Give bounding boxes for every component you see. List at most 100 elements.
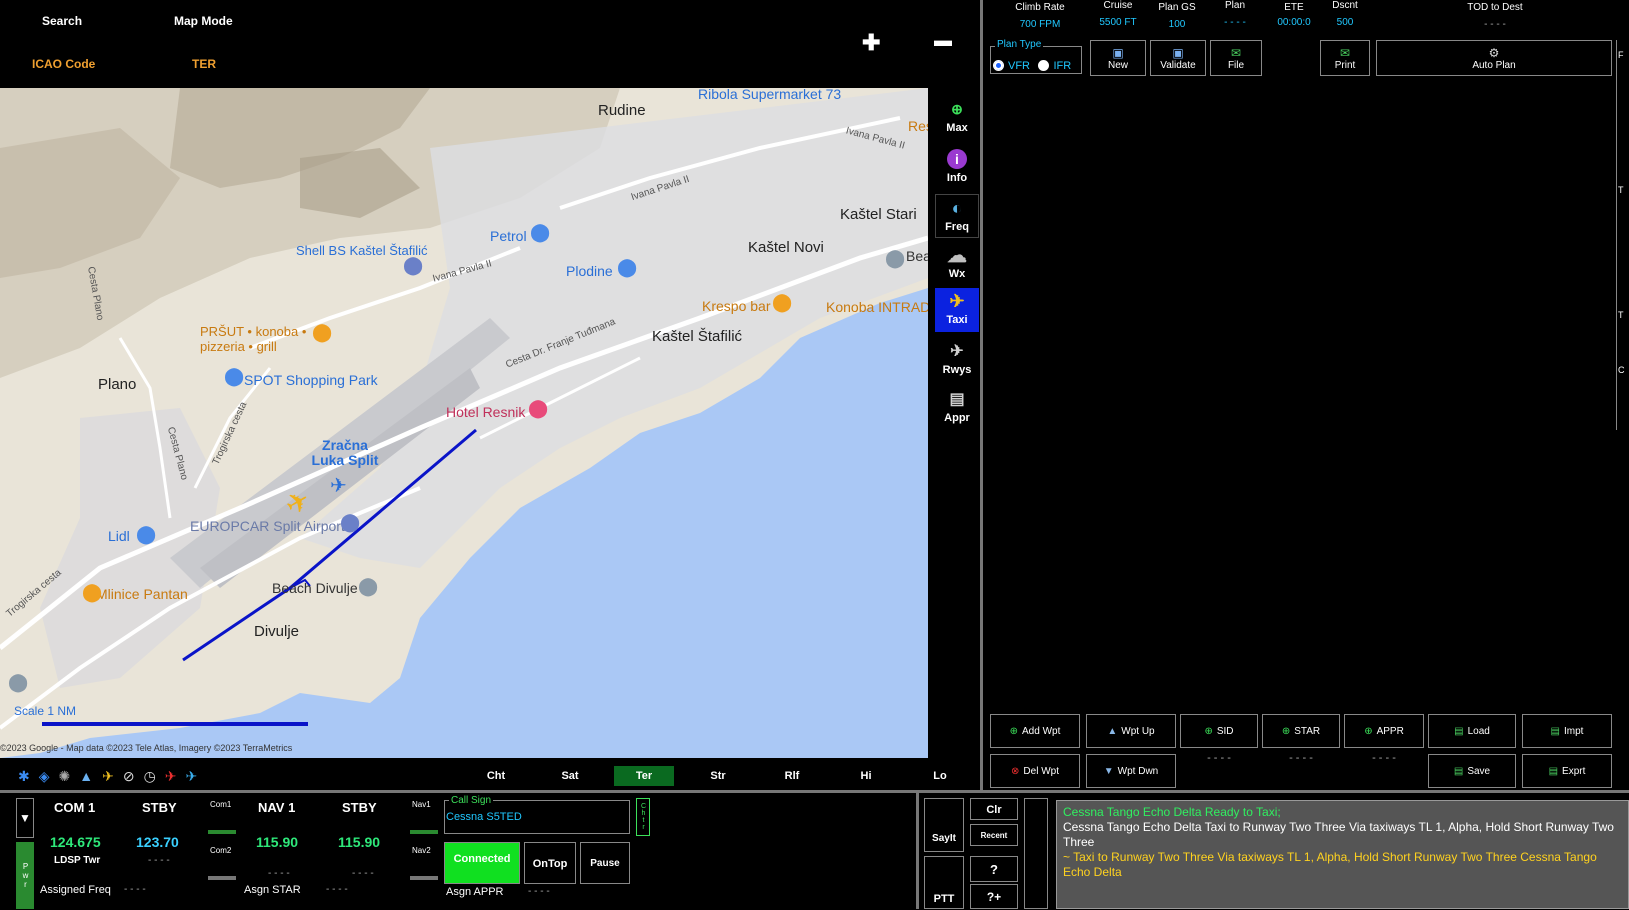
atc-log[interactable]: Cessna Tango Echo Delta Ready to Taxi; C… — [1056, 800, 1629, 909]
map-label: PRŠUT • konoba • pizzeria • grill — [200, 324, 307, 354]
auto-plan-button[interactable]: ⚙ Auto Plan — [1376, 40, 1612, 76]
runways-button[interactable]: ✈ Rwys — [935, 338, 979, 382]
edge-letter[interactable]: C — [1618, 365, 1625, 375]
chatter-button[interactable]: Chtr — [636, 798, 650, 836]
add-wpt-button[interactable]: ⊕ Add Wpt — [990, 714, 1080, 748]
import-button[interactable]: ▤ Impt — [1522, 714, 1612, 748]
nav2-select-bar[interactable] — [410, 876, 438, 880]
com1-select-bar[interactable] — [208, 830, 236, 834]
nav1-station: - - - - — [268, 868, 290, 879]
help-plus-button[interactable]: ?+ — [970, 884, 1018, 909]
com2-select-bar[interactable] — [208, 876, 236, 880]
max-button[interactable]: ⊕ Max — [935, 96, 979, 140]
edge-letter[interactable]: T — [1618, 185, 1624, 195]
tab-str[interactable]: Str — [688, 766, 748, 786]
collapse-button[interactable]: ▼ — [16, 798, 34, 838]
nav1-active-freq[interactable]: 115.90 — [256, 834, 298, 850]
gear-icon[interactable]: ✺ — [59, 768, 71, 785]
edge-letter[interactable]: T — [1618, 310, 1624, 320]
edge-letter[interactable]: F — [1618, 50, 1624, 60]
sid-button[interactable]: ⊕ SID — [1180, 714, 1258, 748]
map-view[interactable]: Rudine Ribola Supermarket 73 Ivana Pavla… — [0, 88, 928, 758]
wpt-up-button[interactable]: ▲ Wpt Up — [1086, 714, 1176, 748]
traffic-icon[interactable]: ✈ — [165, 768, 177, 785]
info-icon: i — [935, 146, 979, 172]
recent-button[interactable]: Recent — [970, 824, 1018, 846]
ndb-icon[interactable]: ◈ — [39, 768, 50, 785]
ai-traffic-icon[interactable]: ✈ — [186, 768, 198, 785]
weather-button[interactable]: ☁ Wx — [935, 242, 979, 286]
clock-icon[interactable]: ◷ — [144, 768, 156, 785]
tab-cht[interactable]: Cht — [466, 766, 526, 786]
no-fly-icon[interactable]: ⊘ — [123, 768, 135, 785]
approach-button[interactable]: ▤ Appr — [935, 386, 979, 430]
tab-ter[interactable]: Ter — [614, 766, 674, 786]
info-button[interactable]: i Info — [935, 146, 979, 190]
tab-sat[interactable]: Sat — [540, 766, 600, 786]
weather-button-label: Wx — [948, 268, 966, 280]
vfr-radio[interactable] — [993, 60, 1004, 72]
atc-scrollbar[interactable] — [1024, 798, 1048, 909]
map-label: Rudine — [598, 102, 646, 119]
import-label: Impt — [1564, 725, 1584, 737]
com2-select-label: Com2 — [210, 846, 232, 855]
terrain-icon[interactable]: ▲ — [79, 768, 93, 785]
assigned-freq-value: - - - - — [124, 884, 146, 895]
ete: ETE 00:00:0 — [1264, 2, 1324, 28]
cruise: Cruise 5500 FT — [1084, 0, 1152, 28]
search-label[interactable]: Search — [42, 14, 82, 28]
star-button[interactable]: ⊕ STAR — [1262, 714, 1340, 748]
new-button[interactable]: ▣ New — [1090, 40, 1146, 76]
power-button[interactable]: Pwr — [16, 842, 34, 909]
map-tabs: Cht Sat Ter Str Rlf Hi Lo — [466, 766, 970, 786]
nav-stby-label: STBY — [342, 800, 377, 815]
map-mode-label[interactable]: Map Mode — [174, 14, 233, 28]
ifr-radio[interactable] — [1038, 60, 1050, 72]
pause-button[interactable]: Pause — [580, 842, 630, 884]
zoom-in-button[interactable]: ✚ — [862, 30, 880, 56]
nav1-select-bar[interactable] — [410, 830, 438, 834]
zoom-out-button[interactable]: ▬ — [934, 30, 952, 51]
map-pin-icon: ⬤ — [8, 672, 29, 692]
com1-stby-freq[interactable]: 123.70 — [136, 834, 179, 850]
save-button[interactable]: ▤ Save — [1428, 754, 1516, 788]
tab-lo[interactable]: Lo — [910, 766, 970, 786]
plan-label: Plan — [1224, 0, 1245, 11]
tab-rlf[interactable]: Rlf — [762, 766, 822, 786]
plan-gs: Plan GS 100 — [1152, 2, 1202, 30]
map-pin-icon: ⬤ — [885, 248, 906, 268]
print-button[interactable]: ✉ Print — [1320, 40, 1370, 76]
appr-button[interactable]: ⊕ APPR — [1344, 714, 1424, 748]
asgn-appr-value: - - - - — [528, 886, 550, 897]
tab-hi[interactable]: Hi — [836, 766, 896, 786]
connected-button[interactable]: Connected — [444, 842, 520, 884]
validate-button[interactable]: ▣ Validate — [1150, 40, 1206, 76]
nav1-stby-freq[interactable]: 115.90 — [338, 834, 380, 850]
load-button[interactable]: ▤ Load — [1428, 714, 1516, 748]
map-mode-value[interactable]: TER — [192, 57, 216, 71]
sayit-button[interactable]: SayIt — [924, 798, 964, 852]
wpt-down-label: Wpt Dwn — [1117, 765, 1159, 777]
airplane-icon[interactable]: ✈ — [102, 768, 114, 785]
file-button[interactable]: ✉ File — [1210, 40, 1262, 76]
map-pin-icon: ⬤ — [82, 582, 103, 602]
help-button[interactable]: ? — [970, 856, 1018, 882]
com1-active-freq[interactable]: 124.675 — [50, 834, 101, 850]
export-button[interactable]: ▤ Exprt — [1522, 754, 1612, 788]
climb-rate-value: 700 FPM — [1019, 19, 1061, 30]
clear-button[interactable]: Clr — [970, 798, 1018, 820]
wpt-down-button[interactable]: ▼ Wpt Dwn — [1086, 754, 1176, 788]
call-sign-box[interactable]: Call Sign Cessna S5TED — [444, 795, 630, 834]
sid-value: - - - - — [1207, 752, 1231, 764]
ptt-button[interactable]: PTT — [924, 856, 964, 909]
freq-button[interactable]: ◐ Freq — [935, 194, 979, 238]
dscnt-value: 500 — [1336, 17, 1354, 28]
call-sign-value[interactable]: Cessna S5TED — [446, 811, 522, 823]
icao-code-label[interactable]: ICAO Code — [32, 57, 95, 71]
map-label: Kaštel Novi — [748, 239, 824, 256]
vor-icon[interactable]: ✱ — [18, 768, 30, 785]
on-top-button[interactable]: OnTop — [524, 842, 576, 884]
del-wpt-button[interactable]: ⊗ Del Wpt — [990, 754, 1080, 788]
approach-icon: ▤ — [949, 391, 965, 408]
taxi-button[interactable]: ✈ Taxi — [935, 288, 979, 332]
